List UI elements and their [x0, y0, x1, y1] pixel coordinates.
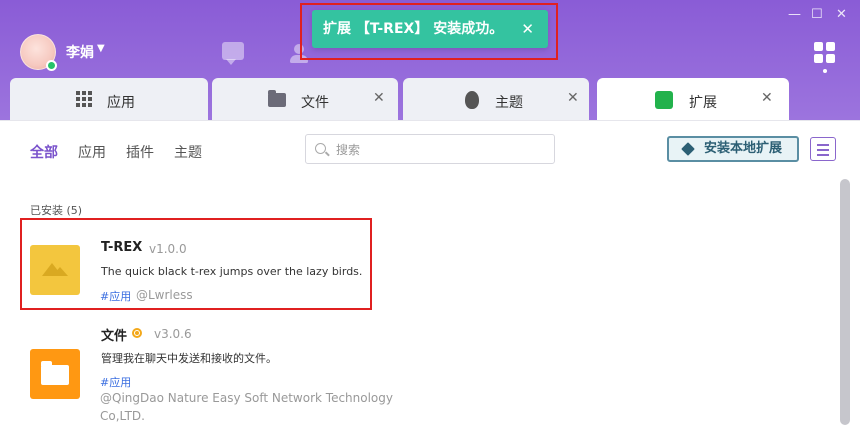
- grid-icon: [76, 91, 94, 109]
- username[interactable]: 李娟: [66, 42, 94, 62]
- user-menu-caret-icon[interactable]: ▼: [97, 43, 105, 54]
- install-local-label: 安装本地扩展: [704, 141, 783, 156]
- lightbulb-icon: [465, 91, 479, 109]
- extension-name[interactable]: 文件: [101, 325, 127, 344]
- online-status-icon: [46, 60, 57, 71]
- minimize-button[interactable]: —: [788, 8, 801, 22]
- tab-close-button[interactable]: ✕: [567, 90, 579, 106]
- search-icon: [315, 143, 326, 154]
- extension-tag[interactable]: #应用: [100, 374, 131, 390]
- tab-apps[interactable]: 应用: [10, 78, 208, 122]
- filter-apps[interactable]: 应用: [78, 142, 106, 162]
- scrollbar[interactable]: [840, 179, 850, 425]
- extensions-panel: 全部 应用 插件 主题 安装本地扩展 已安装 (5) T-REX v1.0.0 …: [0, 120, 860, 428]
- extension-description: 管理我在聊天中发送和接收的文件。: [101, 352, 277, 365]
- extension-highlight-box: [20, 218, 372, 310]
- folder-icon: [268, 90, 286, 107]
- tab-label: 扩展: [689, 95, 717, 111]
- tab-close-button[interactable]: ✕: [373, 90, 385, 106]
- puzzle-icon: [655, 91, 673, 109]
- menu-button[interactable]: [810, 137, 836, 161]
- tab-files[interactable]: 文件 ✕: [212, 78, 398, 122]
- folder-icon: [30, 349, 80, 399]
- search-box[interactable]: [305, 134, 555, 164]
- extension-author: @QingDao Nature Easy Soft Network Techno…: [100, 391, 393, 405]
- installed-section-label: 已安装 (5): [30, 204, 83, 217]
- extension-author: Co,LTD.: [100, 409, 145, 423]
- tab-label: 文件: [301, 95, 329, 111]
- search-input[interactable]: [336, 141, 536, 159]
- tab-extensions[interactable]: 扩展 ✕: [597, 78, 789, 122]
- tab-themes[interactable]: 主题 ✕: [403, 78, 589, 122]
- toast-highlight-box: [300, 3, 558, 60]
- filter-all[interactable]: 全部: [30, 142, 58, 162]
- install-local-extension-button[interactable]: 安装本地扩展: [667, 136, 799, 162]
- official-badge-icon: [132, 328, 142, 338]
- maximize-button[interactable]: ☐: [811, 8, 823, 22]
- cube-icon: [681, 142, 695, 156]
- app-grid-icon[interactable]: [814, 42, 836, 73]
- extension-version: v3.0.6: [154, 327, 192, 341]
- filter-themes[interactable]: 主题: [174, 142, 202, 162]
- tab-label: 主题: [495, 95, 523, 111]
- filter-plugins[interactable]: 插件: [126, 142, 154, 162]
- chat-icon[interactable]: [222, 42, 244, 65]
- tab-close-button[interactable]: ✕: [761, 90, 773, 106]
- close-window-button[interactable]: ✕: [836, 8, 847, 22]
- tab-label: 应用: [107, 95, 135, 111]
